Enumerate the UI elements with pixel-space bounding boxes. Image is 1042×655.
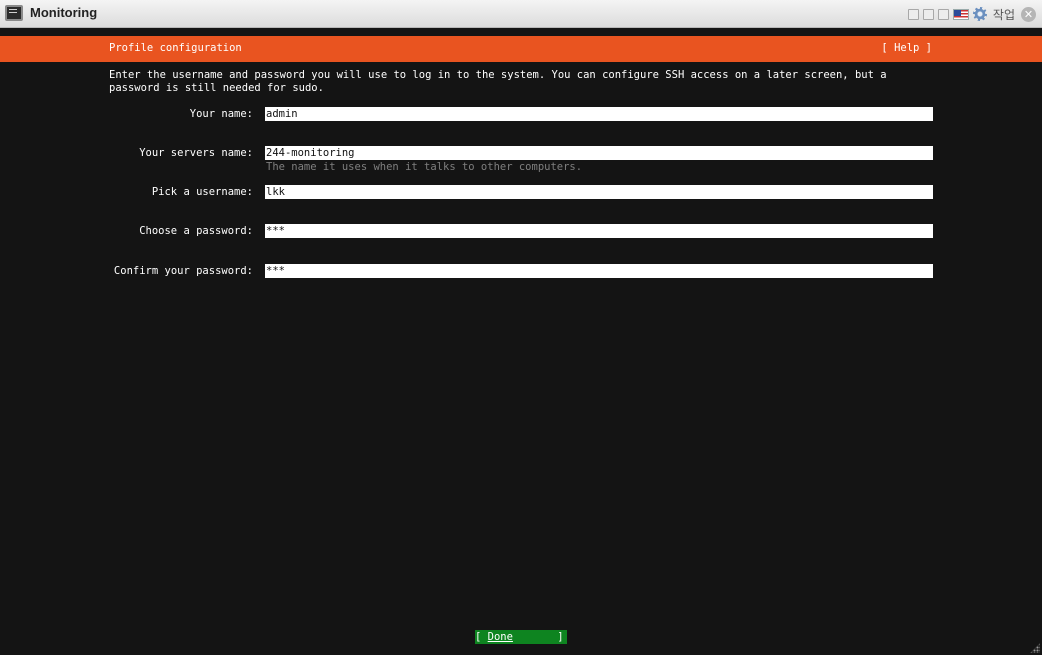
confirm-password-input[interactable]: ***: [265, 264, 933, 278]
resize-grip-icon[interactable]: [1030, 643, 1040, 653]
window-control-2-icon[interactable]: [922, 8, 934, 20]
confirm-password-label: Confirm your password:: [113, 265, 253, 277]
window-titlebar: Monitoring 작업 ✕: [0, 0, 1042, 28]
terminal-app-icon: [5, 5, 23, 21]
your-name-input[interactable]: admin: [265, 107, 933, 121]
task-label[interactable]: 작업: [993, 6, 1015, 23]
close-icon[interactable]: ✕: [1021, 6, 1036, 22]
done-button[interactable]: [ Done ]: [475, 630, 567, 644]
username-input[interactable]: lkk: [265, 185, 933, 199]
intro-text: Enter the username and password you will…: [109, 69, 887, 94]
header-bar: Profile configuration [ Help ]: [0, 36, 1042, 62]
username-row: Pick a username: lkk: [0, 185, 1042, 199]
page-title: Profile configuration: [109, 42, 242, 54]
done-button-close: ]: [512, 631, 564, 643]
gear-icon[interactable]: [972, 7, 987, 21]
help-button[interactable]: [ Help ]: [881, 42, 932, 54]
server-name-hint: The name it uses when it talks to other …: [266, 161, 583, 173]
server-name-row: Your servers name: 244-monitoring The na…: [0, 146, 1042, 173]
server-name-label: Your servers name:: [139, 147, 253, 159]
window-control-3-icon[interactable]: [937, 8, 949, 20]
flag-icon[interactable]: [952, 8, 969, 20]
done-button-open: [: [475, 631, 488, 643]
window-controls: 작업 ✕: [907, 5, 1036, 23]
window-title: Monitoring: [30, 5, 98, 20]
your-name-row: Your name: admin: [0, 107, 1042, 121]
window-control-1-icon[interactable]: [907, 8, 919, 20]
password-input[interactable]: ***: [265, 224, 933, 238]
username-label: Pick a username:: [151, 186, 253, 198]
confirm-password-row: Confirm your password: ***: [0, 264, 1042, 278]
password-row: Choose a password: ***: [0, 224, 1042, 238]
password-label: Choose a password:: [139, 225, 253, 237]
done-button-label: Done: [487, 631, 513, 643]
server-name-input[interactable]: 244-monitoring: [265, 146, 933, 160]
your-name-label: Your name:: [189, 108, 253, 120]
